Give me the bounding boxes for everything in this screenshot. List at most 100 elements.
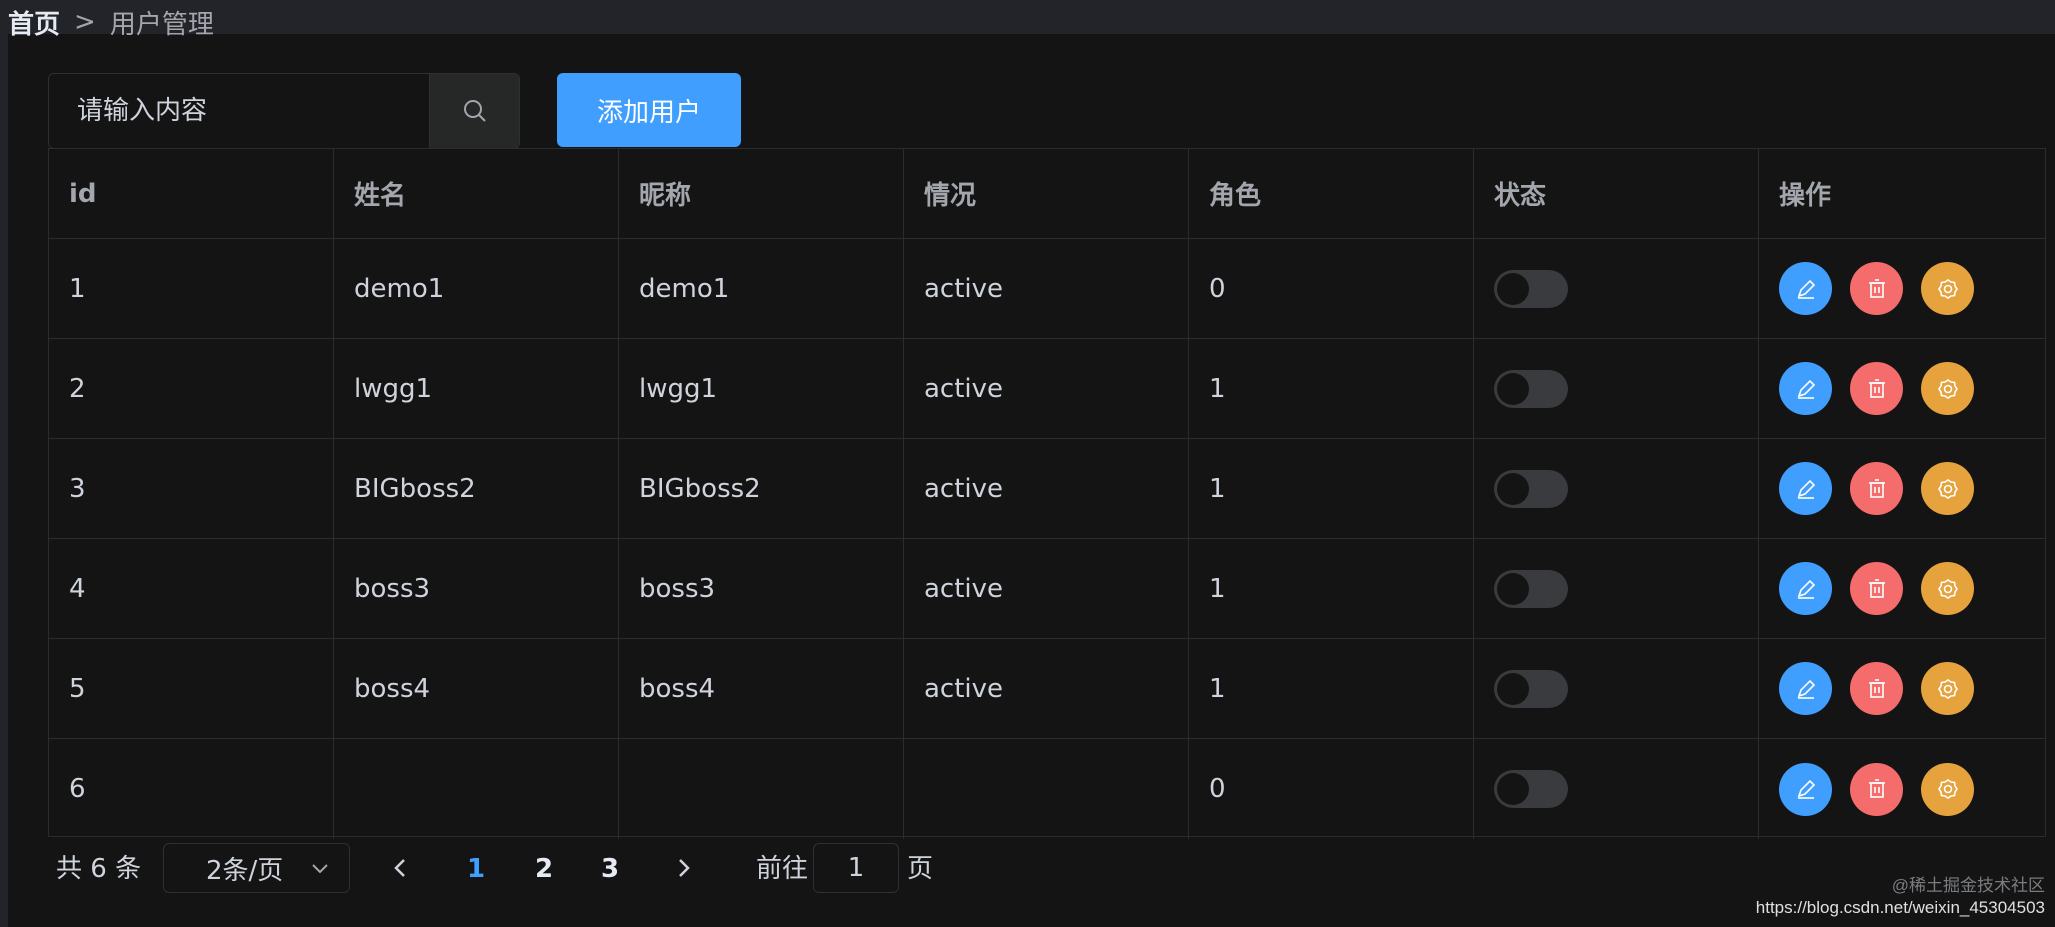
edit-button[interactable] — [1779, 662, 1832, 715]
cell-id: 5 — [49, 639, 334, 738]
settings-icon — [1937, 578, 1958, 599]
edit-icon — [1797, 379, 1815, 399]
settings-button[interactable] — [1921, 662, 1974, 715]
edit-button[interactable] — [1779, 562, 1832, 615]
delete-button[interactable] — [1850, 562, 1903, 615]
cell-situation — [904, 739, 1189, 839]
cell-situation: active — [904, 439, 1189, 538]
edit-button[interactable] — [1779, 262, 1832, 315]
switch-knob — [1497, 372, 1529, 405]
status-switch[interactable] — [1494, 269, 1568, 308]
row-actions — [1779, 762, 1974, 816]
delete-button[interactable] — [1850, 662, 1903, 715]
search-input[interactable] — [49, 74, 429, 148]
table-header-row: id 姓名 昵称 情况 角色 状态 操作 — [49, 149, 2045, 239]
settings-button[interactable] — [1921, 362, 1974, 415]
cell-status — [1474, 339, 1759, 438]
edit-icon — [1797, 679, 1815, 699]
cell-role: 1 — [1189, 539, 1474, 638]
edit-button[interactable] — [1779, 762, 1832, 816]
table-row: 3 BIGboss2 BIGboss2 active 1 — [49, 439, 2045, 539]
search-box — [48, 73, 520, 149]
header-name: 姓名 — [334, 149, 619, 238]
page-3[interactable]: 3 — [590, 843, 630, 895]
table-row: 60 — [49, 739, 2045, 839]
edit-button[interactable] — [1779, 462, 1832, 515]
edit-icon — [1797, 479, 1815, 499]
cell-id: 2 — [49, 339, 334, 438]
table-row: 2 lwgg1 lwgg1 active 1 — [49, 339, 2045, 439]
cell-status — [1474, 639, 1759, 738]
add-user-button[interactable]: 添加用户 — [557, 73, 741, 147]
cell-actions — [1759, 339, 2045, 438]
switch-knob — [1497, 773, 1529, 805]
goto-page-input[interactable] — [813, 843, 899, 893]
breadcrumb-separator-icon: > — [74, 7, 96, 37]
delete-button[interactable] — [1850, 762, 1903, 816]
cell-actions — [1759, 439, 2045, 538]
header-nickname: 昵称 — [619, 149, 904, 238]
page-size-select[interactable]: 2条/页 — [163, 843, 350, 893]
goto-label: 前往 — [756, 854, 809, 884]
user-table: id 姓名 昵称 情况 角色 状态 操作 1 demo1 demo1 active 0 2… — [48, 148, 2046, 839]
settings-icon — [1937, 779, 1958, 799]
status-switch[interactable] — [1494, 770, 1568, 808]
cell-id: 4 — [49, 539, 334, 638]
header-actions: 操作 — [1779, 181, 1832, 211]
cell-role: 1 — [1189, 339, 1474, 438]
cell-situation: active — [904, 639, 1189, 738]
cell-nickname: lwgg1 — [619, 339, 904, 438]
search-icon — [463, 100, 486, 122]
row-actions — [1779, 662, 1974, 715]
delete-button[interactable] — [1850, 462, 1903, 515]
settings-icon — [1937, 478, 1958, 499]
watermark: @稀土掘金技术社区 https://blog.csdn.net/weixin_4… — [1756, 875, 2045, 919]
breadcrumb-home[interactable]: 首页 — [8, 4, 60, 41]
switch-knob — [1497, 572, 1529, 605]
cell-name: boss3 — [334, 539, 619, 638]
breadcrumb-current: 用户管理 — [109, 9, 214, 40]
cell-name — [334, 739, 619, 839]
watermark-line1: @稀土掘金技术社区 — [1891, 876, 2045, 895]
delete-icon — [1868, 779, 1885, 798]
settings-button[interactable] — [1921, 762, 1974, 816]
row-actions — [1779, 362, 1974, 415]
left-edge — [0, 34, 8, 927]
delete-icon — [1868, 578, 1885, 598]
prev-page-icon[interactable] — [388, 855, 414, 881]
switch-knob — [1497, 272, 1529, 305]
row-actions — [1779, 462, 1974, 515]
delete-icon — [1868, 378, 1885, 398]
cell-status — [1474, 439, 1759, 538]
status-switch[interactable] — [1494, 469, 1568, 508]
cell-role: 1 — [1189, 439, 1474, 538]
header-situation: 情况 — [904, 149, 1189, 238]
page-1[interactable]: 1 — [456, 843, 496, 895]
edit-button[interactable] — [1779, 362, 1832, 415]
page-2[interactable]: 2 — [524, 843, 564, 895]
settings-button[interactable] — [1921, 262, 1974, 315]
delete-button[interactable] — [1850, 362, 1903, 415]
settings-icon — [1937, 378, 1958, 399]
cell-nickname — [619, 739, 904, 839]
goto-suffix: 页 — [907, 854, 934, 884]
page-size-value: 2条/页 — [206, 855, 284, 886]
next-page-icon[interactable] — [670, 855, 696, 881]
header-status: 状态 — [1474, 149, 1759, 238]
cell-actions — [1759, 239, 2045, 338]
delete-button[interactable] — [1850, 262, 1903, 315]
cell-nickname: demo1 — [619, 239, 904, 338]
table-row: 4 boss3 boss3 active 1 — [49, 539, 2045, 639]
settings-button[interactable] — [1921, 562, 1974, 615]
status-switch[interactable] — [1494, 369, 1568, 408]
cell-id: 6 — [49, 739, 334, 839]
search-button[interactable] — [429, 74, 519, 148]
status-switch[interactable] — [1494, 569, 1568, 608]
cell-role: 0 — [1189, 739, 1474, 839]
cell-name: lwgg1 — [334, 339, 619, 438]
settings-button[interactable] — [1921, 462, 1974, 515]
delete-icon — [1868, 478, 1885, 498]
cell-role: 1 — [1189, 639, 1474, 738]
status-switch[interactable] — [1494, 669, 1568, 708]
cell-nickname: boss3 — [619, 539, 904, 638]
